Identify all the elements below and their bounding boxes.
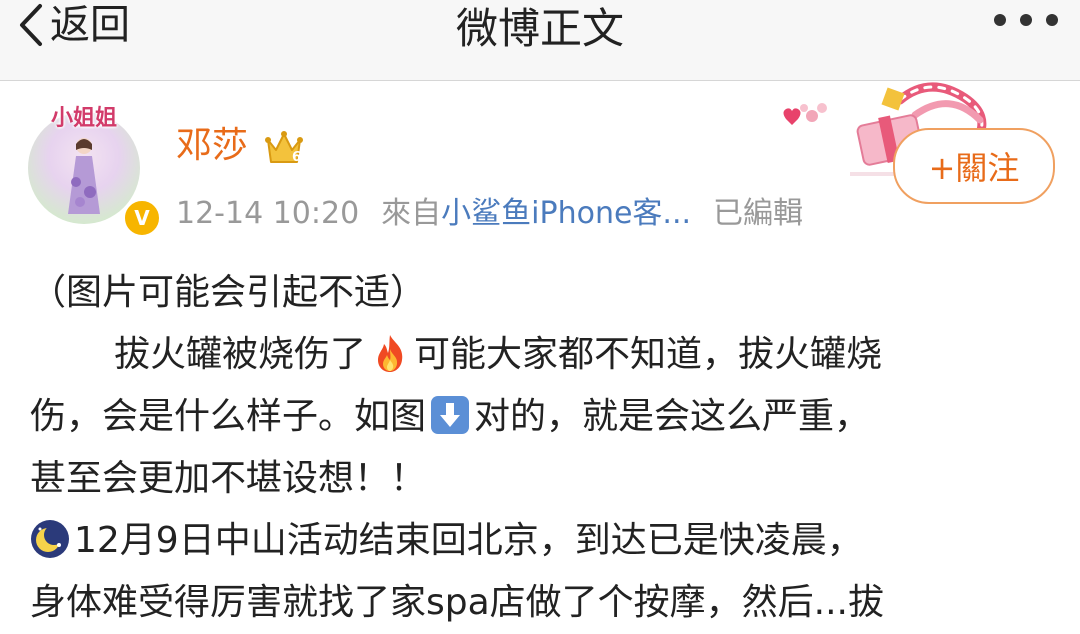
post-text-span: 可能大家都不知道，拔火罐烧 — [414, 334, 883, 375]
author-avatar[interactable]: 小姐姐 V — [28, 100, 162, 238]
post-text: （图片可能会引起不适） 拔火罐被烧伤了 可能大家都不知道，拔火罐烧 伤，会是什么… — [30, 262, 1060, 634]
author-name[interactable]: 邓莎 — [176, 128, 248, 164]
crown-level-number: 6 — [292, 150, 301, 165]
post-text-span: 对的，就是会这么严重， — [474, 396, 871, 437]
post-line: 12月9日中山活动结束回北京，到达已是快凌晨， — [30, 510, 1060, 572]
post-line: 伤，会是什么样子。如图 对的，就是会这么严重， — [30, 386, 1060, 448]
down-arrow-icon — [431, 396, 470, 434]
post-line: （图片可能会引起不适） — [30, 272, 427, 313]
post-time: 12-14 10:20 — [176, 196, 360, 231]
post-line: 身体难受得厉害就找了家spa店做了个按摩，然后...拔 — [30, 582, 884, 623]
fire-icon — [378, 335, 403, 372]
edited-label: 已編輯 — [713, 196, 804, 231]
avatar-girl-figure — [68, 138, 100, 214]
source-label: 來自 — [381, 196, 442, 231]
post-text-span: 拔火罐被烧伤了 — [114, 334, 367, 375]
more-dots-icon[interactable] — [994, 14, 1058, 26]
top-navigation-bar: 返回 微博正文 — [0, 0, 1080, 81]
verified-badge-icon: V — [122, 198, 162, 238]
post-line: 拔火罐被烧伤了 可能大家都不知道，拔火罐烧 — [30, 324, 1060, 386]
post-line: 甚至会更加不堪设想！！ — [30, 458, 427, 499]
post-text-span: 12月9日中山活动结束回北京，到达已是快凌晨， — [74, 520, 863, 561]
avatar-banner-text: 小姐姐 — [50, 106, 117, 131]
post-meta: 12-14 10:20 來自 小鲨鱼iPhone客... 已編輯 — [176, 188, 803, 232]
post-text-span: 伤，会是什么样子。如图 — [30, 396, 427, 437]
source-link[interactable]: 小鲨鱼iPhone客... — [441, 188, 691, 232]
moon-icon — [31, 520, 69, 558]
page-title: 微博正文 — [455, 3, 624, 53]
follow-button[interactable]: +關注 — [893, 128, 1055, 204]
crown-level-icon: 6 — [265, 131, 303, 165]
